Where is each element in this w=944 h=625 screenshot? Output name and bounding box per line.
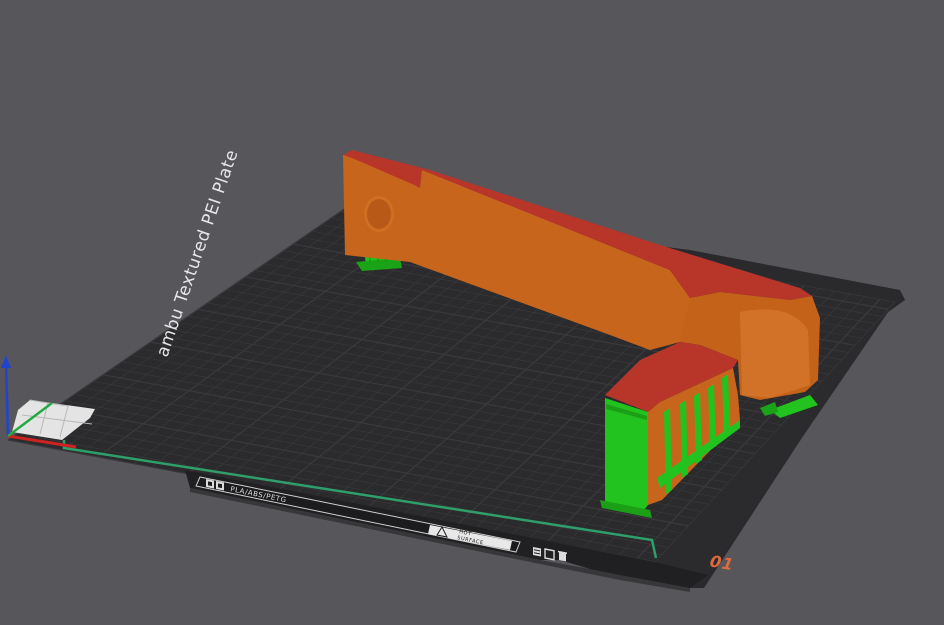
select-plate-icon[interactable] [533,547,541,557]
3d-viewport[interactable]: PLA/ABS/PETG HOT SURFACE ambu Textured P [0,0,944,625]
z-axis-arrow [1,355,11,368]
delete-plate-icon[interactable] [558,550,567,562]
scene-canvas[interactable]: PLA/ABS/PETG HOT SURFACE ambu Textured P [0,0,944,625]
z-axis [4,359,10,437]
